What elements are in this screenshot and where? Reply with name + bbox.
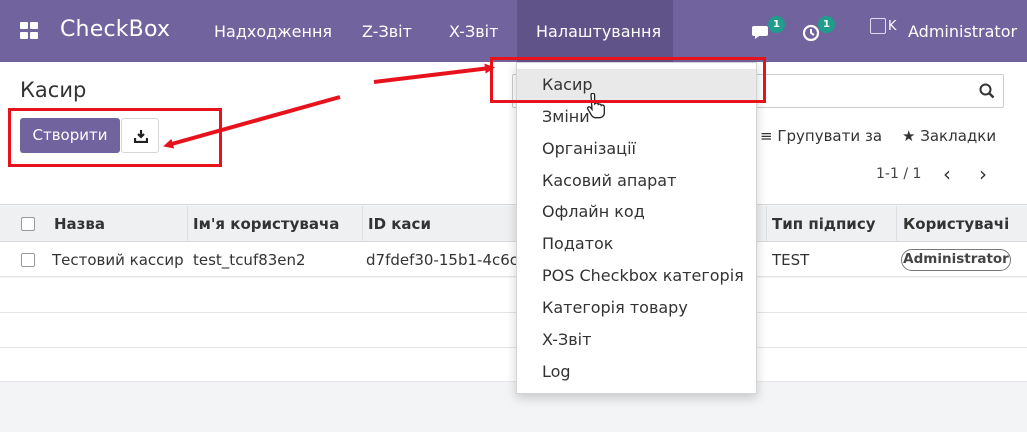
annotation-arrows (163, 63, 495, 149)
annotation-arrow-to-create (163, 95, 341, 149)
annotation-arrow-to-cashier (373, 63, 495, 84)
